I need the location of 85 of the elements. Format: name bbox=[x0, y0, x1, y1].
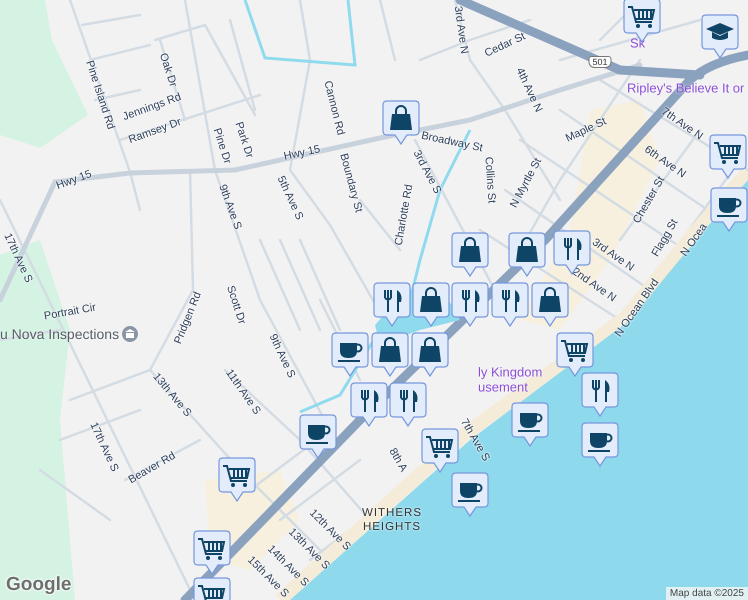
street-label: Cedar St bbox=[482, 30, 528, 60]
street-label: 7th Ave S bbox=[458, 416, 492, 464]
map-logo: Google bbox=[6, 574, 72, 596]
shopping-bag-icon bbox=[420, 287, 442, 312]
coffee-cup-icon bbox=[306, 425, 330, 444]
shopping-cart-icon bbox=[627, 6, 656, 28]
shopping-bag-icon bbox=[390, 105, 412, 130]
street-label: 9th Ave S bbox=[266, 332, 298, 380]
street-label: Hwy 15 bbox=[54, 168, 94, 192]
street-label: Cannon Rd bbox=[321, 80, 347, 136]
map-marker[interactable] bbox=[299, 414, 337, 460]
place-label[interactable]: usement bbox=[478, 380, 528, 394]
shopping-cart-icon bbox=[197, 585, 226, 600]
street-label: Scott Dr bbox=[224, 284, 248, 326]
map-marker[interactable] bbox=[451, 472, 489, 518]
map-marker[interactable] bbox=[371, 332, 409, 378]
map-marker[interactable] bbox=[411, 332, 449, 378]
map-marker[interactable] bbox=[701, 14, 739, 60]
street-label: Hwy 15 bbox=[282, 143, 322, 163]
map-marker[interactable] bbox=[710, 187, 748, 233]
map-marker[interactable] bbox=[709, 134, 747, 180]
street-label: 17th Ave S bbox=[1, 231, 35, 285]
map-marker[interactable] bbox=[193, 530, 231, 576]
building-icon bbox=[122, 326, 138, 342]
map-marker[interactable] bbox=[508, 232, 546, 278]
map-marker[interactable] bbox=[331, 332, 369, 378]
street-label: 7th Ave N bbox=[659, 105, 705, 143]
fork-knife-icon bbox=[564, 237, 582, 261]
coffee-cup-icon bbox=[518, 413, 542, 432]
fork-knife-icon bbox=[400, 389, 418, 413]
street-label: Maple St bbox=[564, 115, 608, 145]
coffee-cup-icon bbox=[717, 198, 742, 217]
street-label: Oak Dr bbox=[156, 52, 180, 88]
map-marker[interactable] bbox=[531, 282, 569, 328]
shopping-bag-icon bbox=[516, 237, 538, 262]
route-shield: 501 bbox=[588, 56, 612, 68]
street-label: Boundary St bbox=[337, 152, 365, 214]
shopping-bag-icon bbox=[379, 337, 401, 362]
neighborhood-label: WITHERS HEIGHTS bbox=[360, 506, 424, 534]
street-label: 4th Ave N bbox=[514, 66, 544, 114]
map-marker[interactable] bbox=[581, 372, 619, 418]
street-label: Collins St bbox=[482, 156, 498, 204]
street-label: Pine Island Rd bbox=[83, 59, 117, 131]
street-label: 5th Ave S bbox=[274, 174, 306, 222]
coffee-cup-icon bbox=[458, 483, 482, 502]
map-marker[interactable] bbox=[451, 282, 489, 328]
street-label: Pine Dr bbox=[210, 126, 234, 166]
map-marker[interactable] bbox=[218, 457, 256, 503]
shopping-bag-icon bbox=[419, 337, 441, 362]
map-marker[interactable] bbox=[511, 402, 549, 448]
graduation-cap-icon bbox=[706, 23, 734, 40]
fork-knife-icon bbox=[502, 289, 520, 313]
shopping-cart-icon bbox=[222, 465, 250, 487]
fork-knife-icon bbox=[592, 379, 610, 403]
map-marker[interactable] bbox=[412, 282, 450, 328]
street-label: Park Dr bbox=[232, 120, 256, 160]
shopping-cart-icon bbox=[197, 538, 226, 560]
map-marker[interactable] bbox=[556, 332, 594, 378]
place-label[interactable]: ly Kingdom bbox=[478, 364, 542, 380]
place-label[interactable]: Sk bbox=[630, 36, 646, 50]
map-marker[interactable] bbox=[350, 382, 388, 428]
street-label: 9th Ave S bbox=[216, 182, 244, 232]
coffee-cup-icon bbox=[338, 343, 362, 362]
shopping-bag-icon bbox=[459, 237, 481, 262]
shopping-bag-icon bbox=[539, 287, 561, 312]
map-marker[interactable] bbox=[451, 232, 489, 278]
fork-knife-icon bbox=[462, 289, 480, 313]
map-attribution: Map data ©2025 bbox=[666, 587, 748, 600]
street-label: 8th A bbox=[386, 446, 410, 474]
map-marker[interactable] bbox=[373, 282, 411, 328]
street-label: Portrait Cir bbox=[43, 302, 97, 322]
fork-knife-icon bbox=[384, 289, 402, 313]
map-marker[interactable] bbox=[382, 100, 420, 146]
street-label: 17th Ave S bbox=[87, 420, 121, 474]
map-marker[interactable] bbox=[581, 422, 619, 468]
coffee-cup-icon bbox=[588, 433, 612, 452]
shopping-cart-icon bbox=[425, 436, 454, 458]
map-marker[interactable] bbox=[421, 428, 459, 474]
shopping-cart-icon bbox=[713, 142, 742, 164]
fork-knife-icon bbox=[361, 389, 378, 413]
map-marker[interactable] bbox=[491, 282, 529, 328]
place-label[interactable]: u Nova Inspections bbox=[0, 326, 120, 342]
shopping-cart-icon bbox=[560, 340, 588, 362]
map-marker[interactable] bbox=[389, 382, 427, 428]
street-label: 3rd Ave N bbox=[452, 5, 470, 55]
